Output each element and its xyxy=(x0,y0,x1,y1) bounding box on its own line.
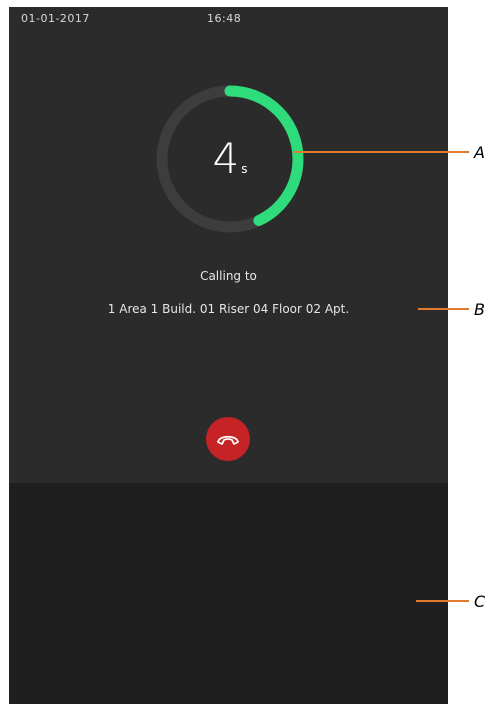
callout-label-c: C xyxy=(474,592,486,611)
intercom-screen: 01-01-2017 16:48 4 s Calling to 1 Area 1… xyxy=(9,7,448,704)
elapsed-unit: s xyxy=(241,162,248,176)
hangup-button[interactable] xyxy=(206,417,250,461)
call-timer: 4 s xyxy=(150,79,310,239)
elapsed-time: 4 s xyxy=(150,79,310,239)
phone-hangup-icon xyxy=(217,435,239,445)
callout-label-a: A xyxy=(474,143,485,162)
call-target: 1 Area 1 Build. 01 Riser 04 Floor 02 Apt… xyxy=(107,302,350,316)
status-bar: 01-01-2017 16:48 xyxy=(9,7,448,29)
status-date: 01-01-2017 xyxy=(21,12,90,25)
callout-line-b xyxy=(418,308,469,310)
video-area xyxy=(9,483,448,704)
callout-line-c xyxy=(416,600,469,602)
callout-line-a xyxy=(293,151,469,153)
status-time: 16:48 xyxy=(207,12,242,25)
calling-label: Calling to xyxy=(200,269,257,283)
elapsed-seconds: 4 xyxy=(212,134,240,183)
callout-label-b: B xyxy=(474,300,485,319)
